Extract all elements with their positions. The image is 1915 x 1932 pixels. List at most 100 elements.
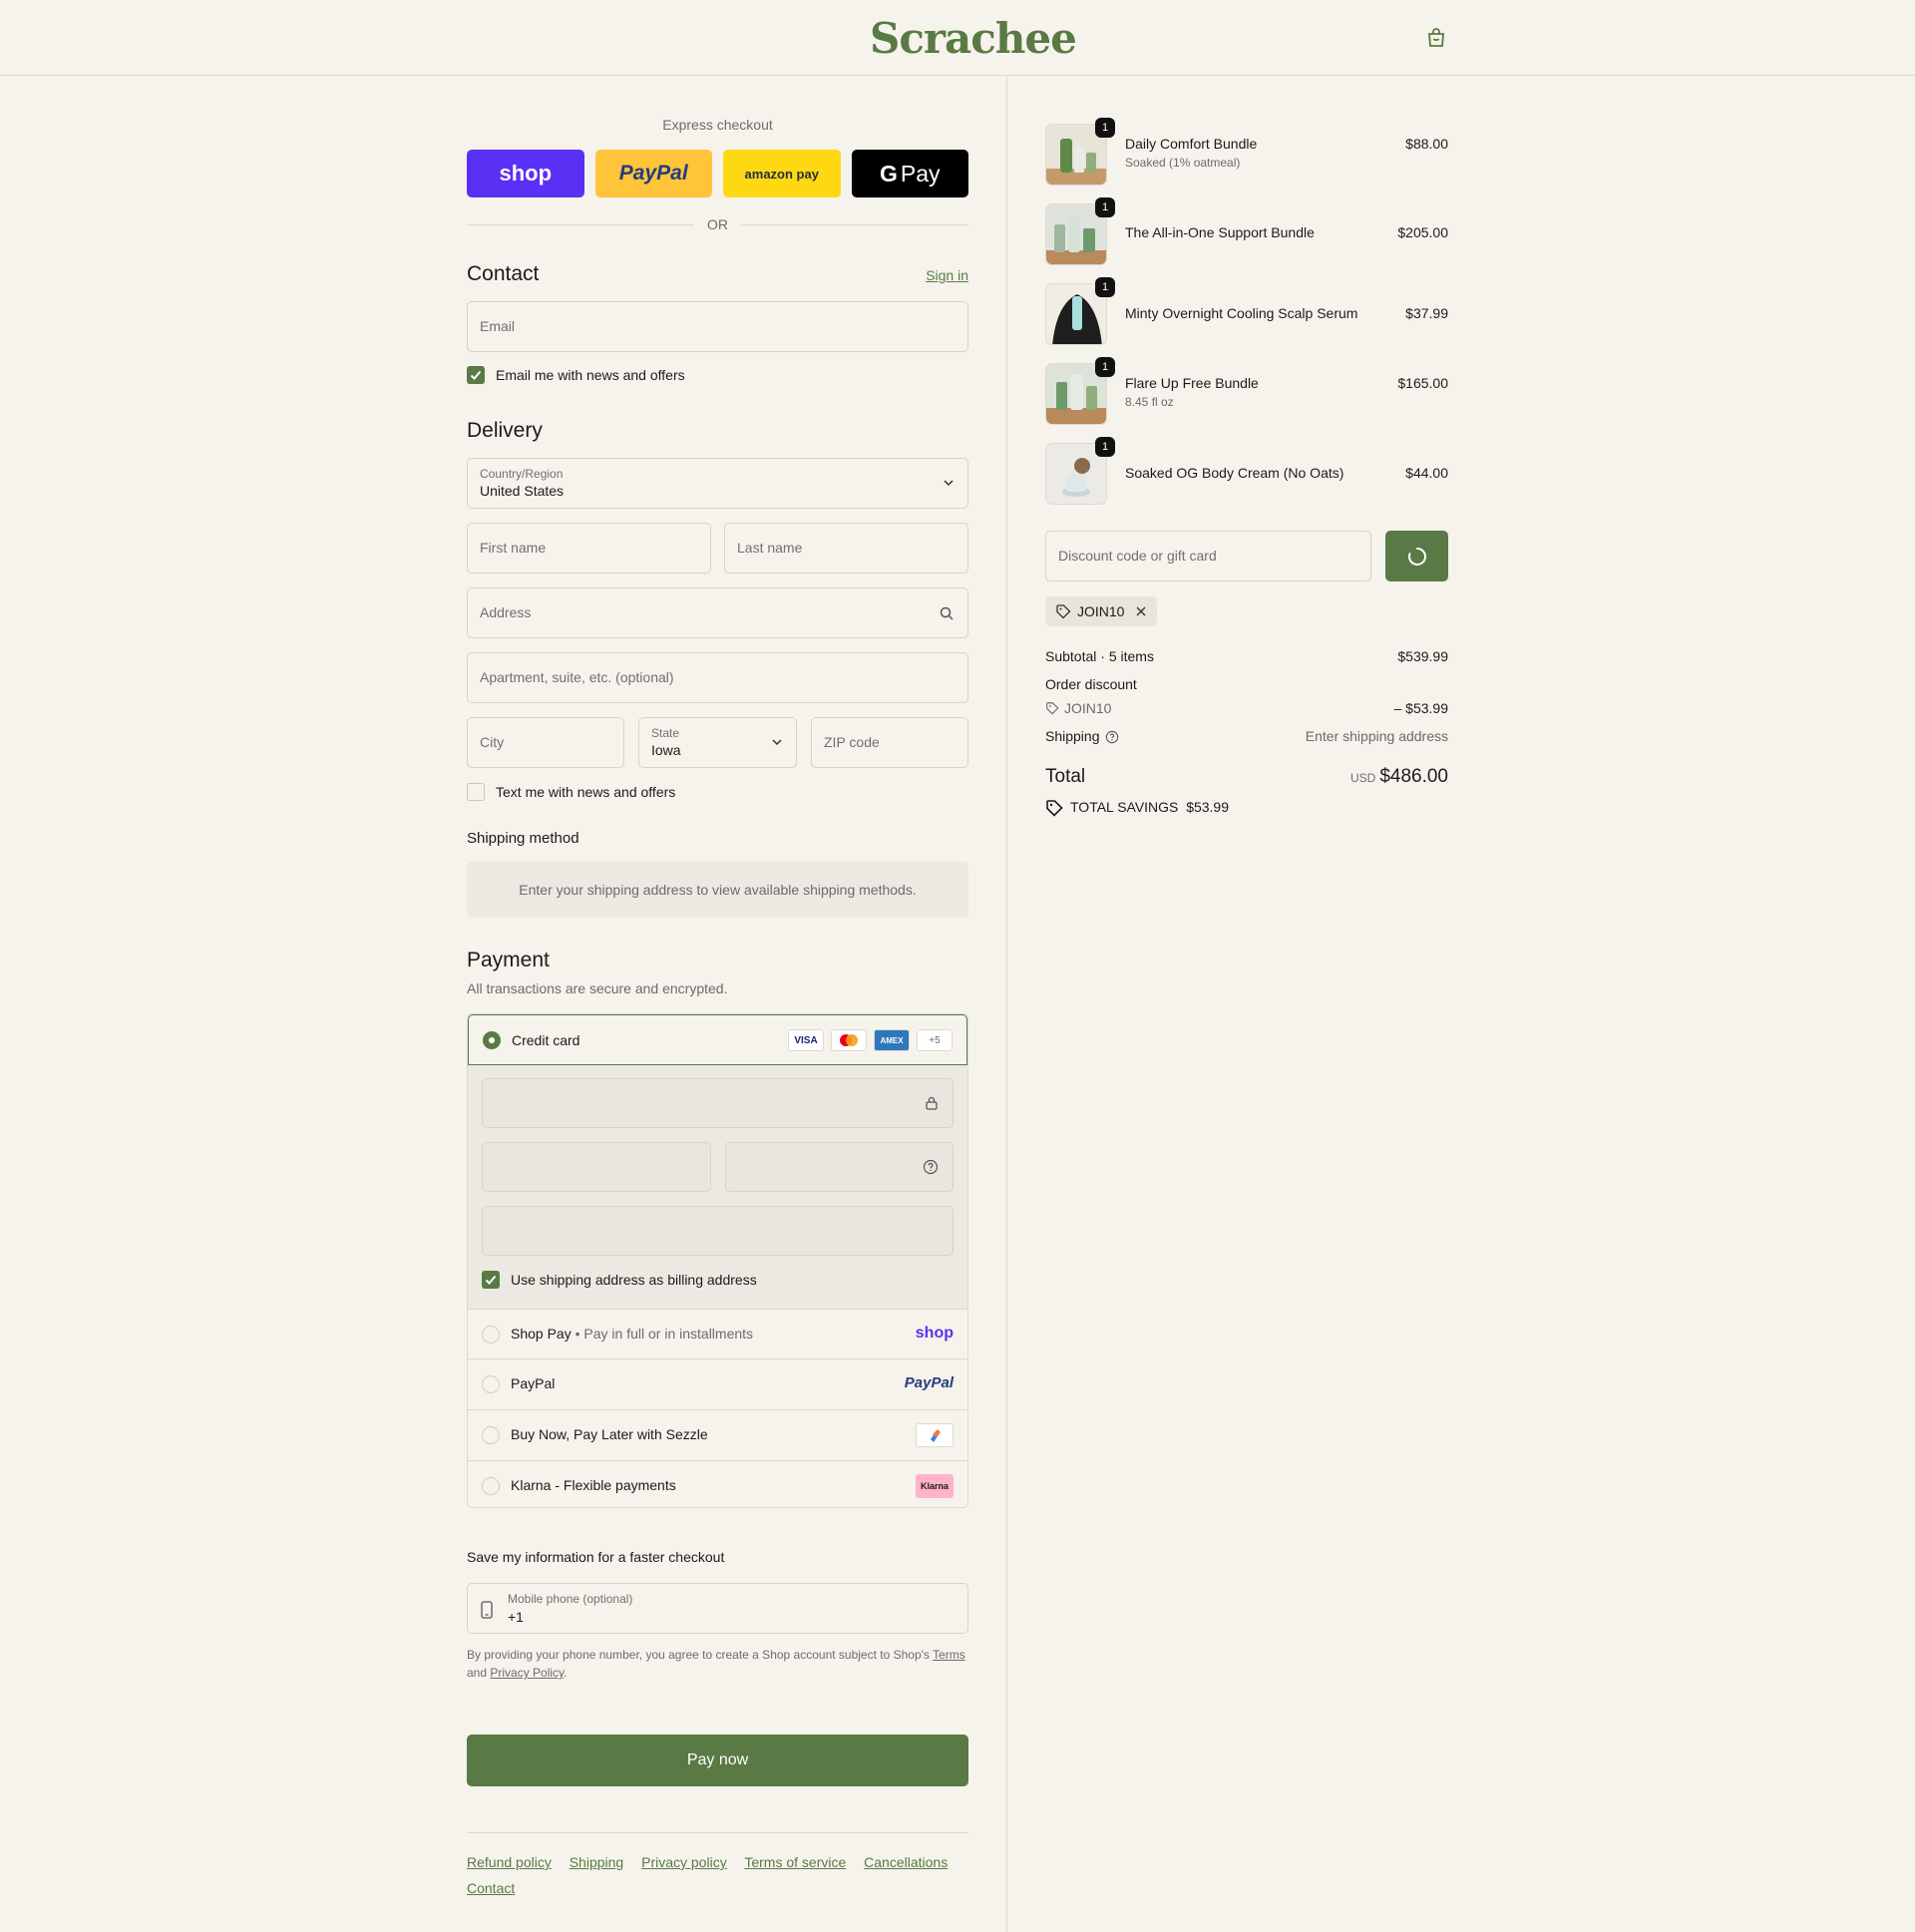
terms-link[interactable]: Terms	[933, 1648, 965, 1662]
shopping-bag-icon[interactable]	[1424, 26, 1448, 50]
legal-and: and	[467, 1666, 488, 1680]
shop-pay-button[interactable]: shop	[467, 150, 584, 197]
item-name: Soaked OG Body Cream (No Oats)	[1125, 465, 1344, 481]
shop-pay-option-label: Shop Pay • Pay in full or in installment…	[511, 1326, 753, 1342]
google-g-icon: G	[879, 160, 898, 187]
tag-icon	[1046, 702, 1059, 715]
apartment-field[interactable]: Apartment, suite, etc. (optional)	[467, 652, 968, 703]
shop-pay-label: Shop Pay	[511, 1326, 572, 1342]
klarna-logo: Klarna	[916, 1474, 954, 1498]
sign-in-link[interactable]: Sign in	[926, 267, 968, 283]
discount-code-field[interactable]: Discount code or gift card	[1045, 531, 1371, 581]
order-discount-label: Order discount	[1045, 676, 1137, 692]
klarna-radio[interactable]	[482, 1477, 500, 1495]
phone-value: +1	[508, 1609, 524, 1625]
first-name-field[interactable]: First name	[467, 523, 711, 574]
express-checkout-title: Express checkout	[662, 117, 773, 133]
name-on-card-field[interactable]	[482, 1206, 954, 1256]
text-news-checkbox[interactable]	[467, 783, 485, 801]
google-pay-label: Pay	[900, 160, 941, 187]
cart-item: 1 Minty Overnight Cooling Scalp Serum $3…	[1045, 277, 1448, 347]
shipping-label: Shipping	[1045, 728, 1100, 744]
item-name: Daily Comfort Bundle	[1125, 136, 1258, 152]
zip-placeholder: ZIP code	[824, 734, 880, 750]
item-price: $88.00	[1405, 136, 1448, 152]
credit-card-radio[interactable]	[483, 1031, 501, 1049]
email-field[interactable]: Email	[467, 301, 968, 352]
shop-pay-option[interactable]: Shop Pay • Pay in full or in installment…	[468, 1309, 967, 1359]
google-pay-button[interactable]: G Pay	[851, 150, 968, 197]
state-value: Iowa	[651, 742, 681, 758]
close-icon[interactable]	[1135, 605, 1147, 617]
column-divider	[1006, 77, 1007, 1932]
terms-of-service-link[interactable]: Terms of service	[744, 1854, 846, 1870]
legal-prefix: By providing your phone number, you agre…	[467, 1648, 930, 1662]
paypal-button[interactable]: PayPal	[594, 150, 712, 197]
shop-pay-radio[interactable]	[482, 1326, 500, 1344]
email-news-checkbox[interactable]	[467, 366, 485, 384]
contact-link[interactable]: Contact	[467, 1880, 515, 1896]
apartment-placeholder: Apartment, suite, etc. (optional)	[480, 669, 674, 685]
delivery-title: Delivery	[467, 419, 543, 442]
billing-same-checkbox[interactable]	[482, 1271, 500, 1289]
credit-card-label: Credit card	[512, 1032, 580, 1048]
country-value: United States	[480, 483, 565, 499]
chevron-down-icon	[772, 739, 782, 746]
sezzle-radio[interactable]	[482, 1426, 500, 1444]
cancellations-link[interactable]: Cancellations	[864, 1854, 948, 1870]
payment-title: Payment	[467, 949, 550, 971]
privacy-policy-link[interactable]: Privacy Policy	[490, 1666, 564, 1680]
pay-now-button[interactable]: Pay now	[467, 1735, 968, 1786]
shipping-link[interactable]: Shipping	[570, 1854, 624, 1870]
loading-spinner-icon	[1408, 548, 1426, 566]
state-select[interactable]: State Iowa	[638, 717, 797, 768]
apply-discount-button[interactable]	[1385, 531, 1448, 581]
item-price: $37.99	[1405, 305, 1448, 321]
item-variant: Soaked (1% oatmeal)	[1125, 156, 1241, 170]
mobile-phone-field[interactable]: Mobile phone (optional) +1	[467, 1583, 968, 1634]
city-field[interactable]: City	[467, 717, 624, 768]
klarna-option[interactable]: Klarna - Flexible payments Klarna	[468, 1460, 967, 1507]
credit-card-option[interactable]: Credit card VISA AMEX +5	[468, 1014, 967, 1065]
total-label: Total	[1045, 766, 1086, 787]
country-select[interactable]: Country/Region United States	[467, 458, 968, 509]
savings-tag-icon	[1046, 800, 1063, 817]
zip-field[interactable]: ZIP code	[811, 717, 968, 768]
last-name-field[interactable]: Last name	[724, 523, 968, 574]
help-circle-icon[interactable]	[923, 1159, 939, 1175]
refund-policy-link[interactable]: Refund policy	[467, 1854, 552, 1870]
privacy-policy-footer-link[interactable]: Privacy policy	[641, 1854, 727, 1870]
brand-logo[interactable]: Scrachee	[870, 14, 1077, 63]
help-circle-icon[interactable]	[1105, 730, 1119, 744]
amazon-pay-button[interactable]: amazon pay	[723, 150, 841, 197]
mastercard-icon	[831, 1029, 867, 1051]
address-placeholder: Address	[480, 604, 532, 620]
shipping-method-message: Enter your shipping address to view avai…	[467, 862, 968, 918]
address-field[interactable]: Address	[467, 587, 968, 638]
phone-icon	[481, 1601, 493, 1619]
paypal-label: PayPal	[511, 1375, 556, 1391]
applied-discount-chip: JOIN10	[1045, 596, 1157, 626]
quantity-badge: 1	[1095, 197, 1115, 217]
billing-same-label: Use shipping address as billing address	[511, 1272, 757, 1288]
card-number-field[interactable]	[482, 1078, 954, 1128]
quantity-badge: 1	[1095, 437, 1115, 457]
savings-label: TOTAL SAVINGS	[1070, 799, 1179, 815]
currency-code: USD	[1349, 771, 1376, 785]
expiry-field[interactable]	[482, 1142, 711, 1192]
save-info-title: Save my information for a faster checkou…	[467, 1549, 725, 1565]
search-icon	[940, 606, 954, 620]
sezzle-logo-icon	[916, 1423, 954, 1447]
item-variant: 8.45 fl oz	[1125, 395, 1174, 409]
or-divider: OR	[467, 214, 968, 234]
legal-text: By providing your phone number, you agre…	[467, 1646, 968, 1682]
paypal-radio[interactable]	[482, 1375, 500, 1393]
security-code-field[interactable]	[725, 1142, 954, 1192]
legal-period: .	[564, 1666, 568, 1680]
paypal-option[interactable]: PayPal PayPal	[468, 1358, 967, 1409]
discount-placeholder: Discount code or gift card	[1058, 548, 1217, 564]
sezzle-option[interactable]: Buy Now, Pay Later with Sezzle	[468, 1409, 967, 1460]
savings-text: TOTAL SAVINGS $53.99	[1070, 799, 1229, 815]
item-price: $165.00	[1397, 375, 1448, 391]
savings-value: $53.99	[1186, 799, 1230, 815]
